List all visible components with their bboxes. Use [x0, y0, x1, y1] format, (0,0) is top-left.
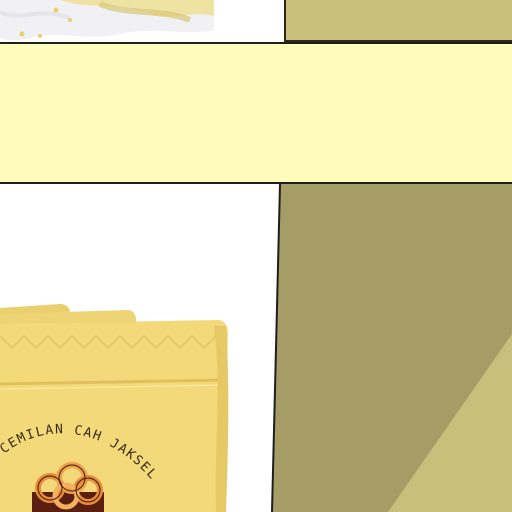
top-left-panel — [0, 0, 214, 42]
top-right-panel — [284, 0, 512, 42]
bottom-right-panel — [270, 184, 512, 512]
crumpled-bag-illustration — [0, 0, 214, 42]
bottom-left-panel: CEMILAN CAH JAKSEL — [0, 186, 278, 512]
snack-pouch-illustration: CEMILAN CAH JAKSEL — [0, 304, 229, 512]
olive-diagonal-panel — [271, 184, 512, 512]
yellow-band — [0, 42, 512, 184]
